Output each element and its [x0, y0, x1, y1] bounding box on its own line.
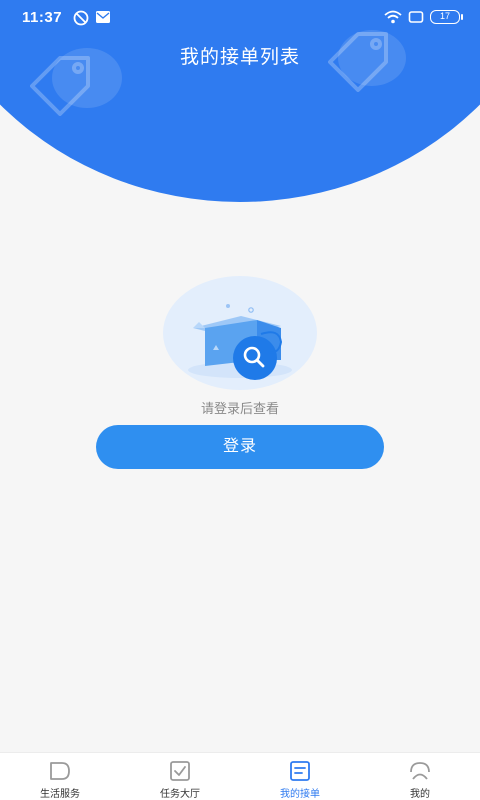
status-time: 11:37 [22, 9, 63, 26]
tab-label: 我的接单 [280, 789, 320, 800]
service-icon [50, 762, 70, 780]
tab-label: 任务大厅 [160, 789, 200, 800]
tab-life-service[interactable]: 生活服务 [0, 753, 120, 800]
wifi-icon [384, 10, 402, 24]
tab-label: 生活服务 [40, 789, 80, 800]
header: 11:37 17 我的接单列表 [0, 0, 480, 205]
mail-icon [96, 11, 110, 23]
profile-icon [410, 762, 430, 780]
status-bar: 11:37 17 [0, 0, 480, 36]
empty-box-illustration [163, 276, 317, 390]
empty-message: 请登录后查看 [200, 402, 279, 417]
do-not-disturb-icon [73, 10, 89, 26]
battery-level: 17 [439, 11, 450, 21]
screen-icon [408, 11, 424, 23]
tab-task-hall[interactable]: 任务大厅 [120, 753, 240, 800]
orders-list-icon [290, 761, 310, 781]
page-title: 我的接单列表 [179, 46, 300, 68]
login-button[interactable]: 登录 [96, 425, 384, 469]
bottom-tab-bar: 生活服务 任务大厅 我的接单 我的 [0, 752, 480, 800]
battery-icon: 17 [430, 10, 463, 24]
tab-label: 我的 [410, 789, 430, 800]
tab-my-orders[interactable]: 我的接单 [240, 753, 360, 800]
task-check-icon [170, 761, 190, 781]
tab-mine[interactable]: 我的 [360, 753, 480, 800]
